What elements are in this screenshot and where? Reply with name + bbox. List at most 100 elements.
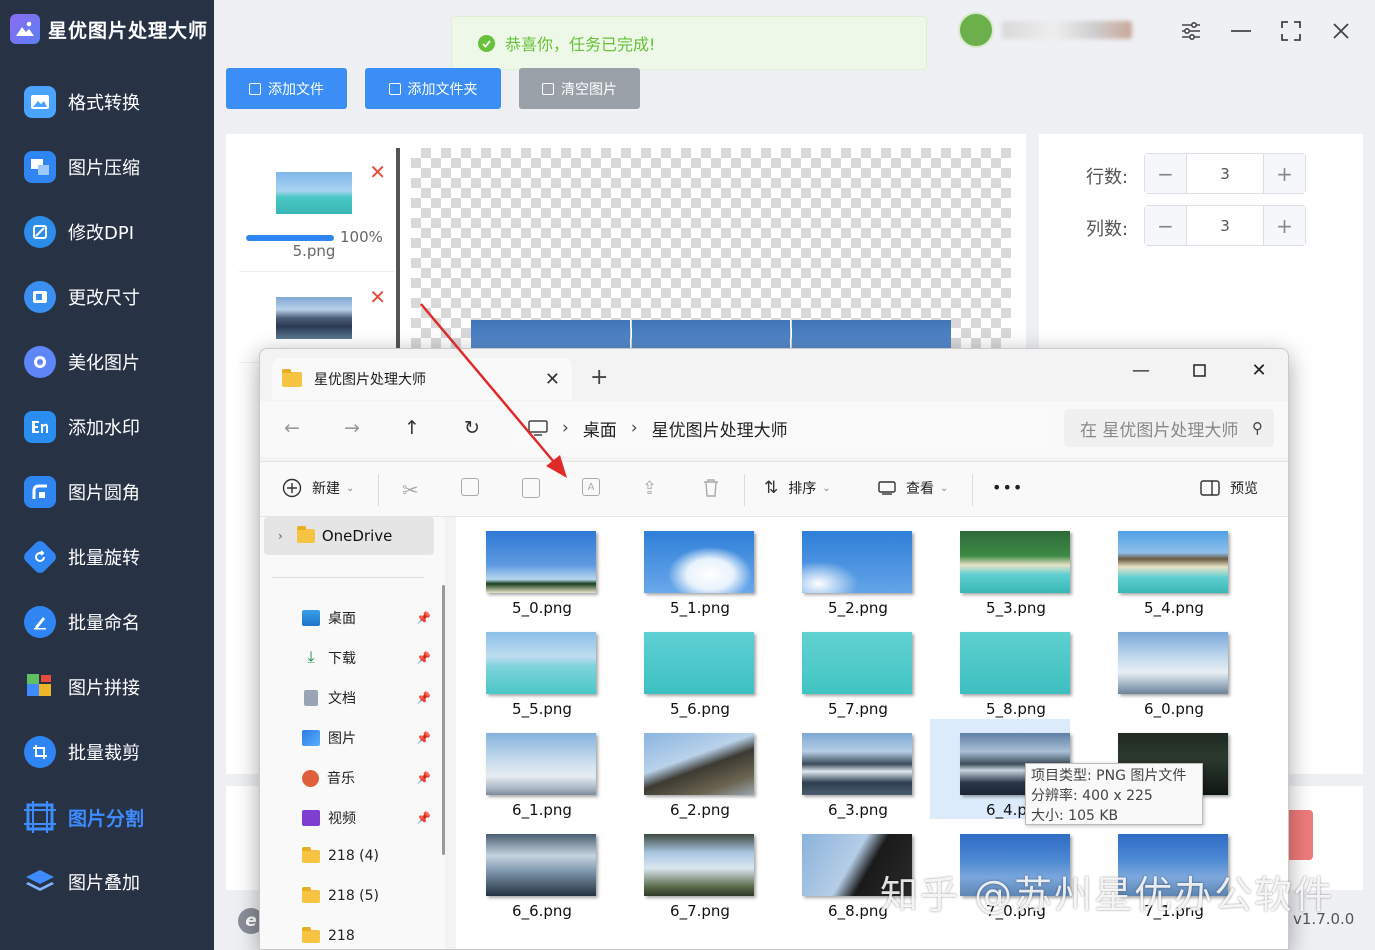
copy-icon[interactable] [461,478,479,496]
sidebar-item-watermark[interactable]: 添加水印 [0,397,214,457]
nav-item-documents[interactable]: 文档 [302,688,356,708]
file-item[interactable]: 5_4.png [1088,517,1228,617]
refresh-icon[interactable]: ↻ [464,417,480,439]
file-item[interactable]: 6_0.png [1088,618,1228,718]
thumbnail-card[interactable]: ✕ 100% 5.png [239,148,394,272]
pin-icon[interactable]: 📌 [416,731,431,745]
delete-icon[interactable]: ✕ [369,160,386,184]
file-item[interactable]: 5_0.png [456,517,596,617]
tab-close-icon[interactable]: ✕ [545,369,560,390]
nav-item-folder-218-4[interactable]: 218 (4) [302,846,380,864]
rows-increment-button[interactable]: + [1264,154,1305,193]
file-item[interactable]: 5_1.png [614,517,754,617]
nav-item-desktop[interactable]: 桌面 [302,608,356,628]
user-name-blurred [1002,21,1132,39]
file-item[interactable]: 6_6.png [456,820,596,920]
pin-icon[interactable]: 📌 [416,771,431,785]
paste-icon[interactable] [522,478,540,498]
up-arrow-icon[interactable]: ↑ [404,417,420,439]
sort-button[interactable]: ⇅ 排序 ⌄ [764,478,831,498]
avatar[interactable] [958,12,994,48]
sidebar-item-rename[interactable]: 批量命名 [0,592,214,652]
forward-arrow-icon[interactable]: → [344,417,360,439]
add-file-button[interactable]: 添加文件 [226,68,347,109]
explorer-tab[interactable]: 星优图片处理大师 ✕ [272,358,572,400]
cols-increment-button[interactable]: + [1264,206,1305,245]
nav-item-videos[interactable]: 视频 [302,808,356,828]
add-folder-button[interactable]: 添加文件夹 [365,68,501,109]
file-item[interactable]: 5_8.png [930,618,1070,718]
sidebar-item-round-corner[interactable]: 图片圆角 [0,462,214,522]
fullscreen-icon[interactable] [1278,18,1304,44]
new-button[interactable]: 新建 ⌄ [282,478,354,498]
explorer-close-icon[interactable]: ✕ [1236,355,1282,385]
minimize-icon[interactable] [1228,18,1254,44]
sidebar-item-label: 格式转换 [68,93,140,114]
nav-item-folder-218-5[interactable]: 218 (5) [302,886,379,904]
file-item[interactable]: 5_6.png [614,618,754,718]
cols-decrement-button[interactable]: − [1145,206,1186,245]
progress-bar [246,235,334,241]
address-bar[interactable]: › 桌面 › 星优图片处理大师 [510,409,1050,447]
cut-icon[interactable]: ✂ [402,478,419,502]
sidebar-item-label: 图片拼接 [68,678,140,699]
settings-sliders-icon[interactable] [1178,18,1204,44]
nav-scrollbar[interactable] [442,585,445,855]
file-item[interactable]: 6_3.png [772,719,912,819]
breadcrumb-folder[interactable]: 星优图片处理大师 [652,416,788,441]
pin-icon[interactable]: 📌 [416,651,431,665]
explorer-maximize-icon[interactable] [1176,355,1222,385]
close-icon[interactable] [1328,18,1354,44]
clear-images-button[interactable]: 清空图片 [519,68,640,109]
delete-icon[interactable] [702,478,720,498]
user-account[interactable] [958,12,1132,48]
file-item[interactable]: 5_2.png [772,517,912,617]
rows-stepper[interactable]: − 3 + [1144,153,1306,194]
pin-icon[interactable]: 📌 [416,691,431,705]
breadcrumb-desktop[interactable]: 桌面 [583,416,617,441]
sidebar-item-rotate[interactable]: 批量旋转 [0,527,214,587]
share-icon[interactable]: ⇪ [642,478,657,499]
sidebar-item-split[interactable]: 图片分割 [0,787,214,847]
search-box[interactable]: 在 星优图片处理大师 中搜索 ⚲ [1064,409,1274,447]
delete-icon[interactable]: ✕ [369,285,386,309]
cols-value[interactable]: 3 [1186,206,1264,245]
nav-item-downloads[interactable]: ⤓ 下载 [302,648,356,668]
file-item[interactable]: 6_7.png [614,820,754,920]
sidebar-item-beautify[interactable]: 美化图片 [0,332,214,392]
check-circle-icon [478,34,495,52]
file-name: 6_6.png [512,902,572,920]
plus-circle-icon [282,478,302,498]
nav-item-onedrive[interactable]: › OneDrive [264,517,434,555]
sidebar-item-format-convert[interactable]: 格式转换 [0,72,214,132]
preview-pane-button[interactable]: 预览 [1200,478,1258,498]
rows-decrement-button[interactable]: − [1145,154,1186,193]
pin-icon[interactable]: 📌 [416,611,431,625]
rows-value[interactable]: 3 [1186,154,1264,193]
nav-item-music[interactable]: 音乐 [302,768,355,788]
cols-stepper[interactable]: − 3 + [1144,205,1306,246]
pin-icon[interactable]: 📌 [416,811,431,825]
file-item[interactable]: 5_5.png [456,618,596,718]
nav-item-folder-218[interactable]: 218 [302,926,355,944]
more-options-icon[interactable]: ••• [992,478,1023,497]
file-item[interactable]: 6_2.png [614,719,754,819]
back-arrow-icon[interactable]: ← [284,417,300,439]
sidebar-item-puzzle[interactable]: 图片拼接 [0,657,214,717]
new-tab-icon[interactable]: + [590,365,608,390]
nav-item-label: 218 (4) [328,848,380,864]
rows-label: 行数: [1086,167,1129,188]
sidebar-item-compress[interactable]: 图片压缩 [0,137,214,197]
sidebar-item-dpi[interactable]: 修改DPI [0,202,214,262]
file-item[interactable]: 6_1.png [456,719,596,819]
file-item[interactable]: 5_7.png [772,618,912,718]
file-name: 6_2.png [670,801,730,819]
view-button[interactable]: 查看 ⌄ [878,478,948,498]
file-item[interactable]: 5_3.png [930,517,1070,617]
rename-icon[interactable]: A [582,478,600,496]
sidebar-item-overlay[interactable]: 图片叠加 [0,852,214,912]
sidebar-item-resize[interactable]: 更改尺寸 [0,267,214,327]
sidebar-item-crop[interactable]: 批量裁剪 [0,722,214,782]
explorer-minimize-icon[interactable]: — [1118,355,1164,385]
nav-item-pictures[interactable]: 图片 [302,728,356,748]
